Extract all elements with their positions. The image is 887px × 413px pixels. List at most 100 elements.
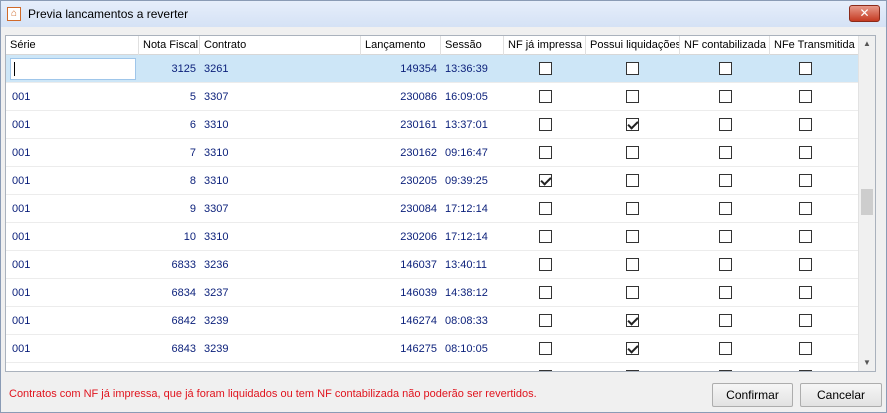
cancel-button[interactable]: Cancelar — [800, 383, 882, 407]
nfe-transmitida-checkbox[interactable] — [799, 258, 812, 271]
nfe-transmitida-checkbox[interactable] — [799, 314, 812, 327]
nf-impressa-checkbox[interactable] — [539, 202, 552, 215]
nf-contabilizada-checkbox[interactable] — [719, 230, 732, 243]
cell-lancamento: 146037 — [400, 259, 437, 271]
liquidacoes-checkbox[interactable] — [626, 118, 639, 131]
column-header-contrato[interactable]: Contrato — [200, 36, 361, 55]
liquidacoes-checkbox[interactable] — [626, 314, 639, 327]
cell-contrato: 3310 — [204, 147, 229, 159]
cell-contrato: 3310 — [204, 119, 229, 131]
nf-impressa-checkbox[interactable] — [539, 370, 552, 371]
nf-impressa-checkbox[interactable] — [539, 258, 552, 271]
nf-contabilizada-checkbox[interactable] — [719, 202, 732, 215]
column-header-nf-contabilizada[interactable]: NF contabilizada — [680, 36, 770, 55]
table-row[interactable]: 001 7 3310 230162 09:16:47 — [6, 139, 859, 167]
cell-serie: 001 — [12, 287, 31, 299]
nfe-transmitida-checkbox[interactable] — [799, 62, 812, 75]
nfe-transmitida-checkbox[interactable] — [799, 202, 812, 215]
cell-serie: 001 — [12, 259, 31, 271]
nfe-transmitida-checkbox[interactable] — [799, 146, 812, 159]
nf-contabilizada-checkbox[interactable] — [719, 370, 732, 371]
cell-lancamento: 146276 — [361, 363, 441, 371]
cell-lancamento: 230161 — [400, 119, 437, 131]
nfe-transmitida-checkbox[interactable] — [799, 90, 812, 103]
close-button[interactable]: ✕ — [849, 5, 880, 22]
nf-contabilizada-checkbox[interactable] — [719, 62, 732, 75]
scroll-up-arrow-icon[interactable]: ▲ — [859, 36, 875, 52]
cell-sessao: 09:16:47 — [445, 147, 488, 159]
table-row[interactable]: 001 8 3310 230205 09:39:25 — [6, 167, 859, 195]
nf-contabilizada-checkbox[interactable] — [719, 258, 732, 271]
cell-serie: 001 — [12, 119, 31, 131]
nfe-transmitida-checkbox[interactable] — [799, 230, 812, 243]
table-row[interactable]: 001 9 3307 230084 17:12:14 — [6, 195, 859, 223]
cell-nota-fiscal: 6833 — [171, 259, 196, 271]
cell-nota-fiscal: 6842 — [171, 315, 196, 327]
nf-contabilizada-checkbox[interactable] — [719, 174, 732, 187]
cell-lancamento: 230084 — [400, 203, 437, 215]
cell-nota-fiscal: 10 — [183, 231, 196, 243]
liquidacoes-checkbox[interactable] — [626, 202, 639, 215]
nf-impressa-checkbox[interactable] — [539, 286, 552, 299]
table-row[interactable]: 001 6833 3236 146037 13:40:11 — [6, 251, 859, 279]
nf-impressa-checkbox[interactable] — [539, 90, 552, 103]
nfe-transmitida-checkbox[interactable] — [799, 342, 812, 355]
table-row[interactable]: 001 6842 3239 146274 08:08:33 — [6, 307, 859, 335]
column-header-lancamento[interactable]: Lançamento — [361, 36, 441, 55]
cell-nota-fiscal: 6843 — [171, 343, 196, 355]
liquidacoes-checkbox[interactable] — [626, 90, 639, 103]
nf-impressa-checkbox[interactable] — [539, 146, 552, 159]
liquidacoes-checkbox[interactable] — [626, 146, 639, 159]
liquidacoes-checkbox[interactable] — [626, 286, 639, 299]
cell-contrato: 3239 — [200, 363, 361, 371]
vertical-scrollbar[interactable]: ▲ ▼ — [858, 36, 875, 371]
nfe-transmitida-checkbox[interactable] — [799, 370, 812, 371]
column-header-sessao[interactable]: Sessão — [441, 36, 504, 55]
nfe-transmitida-checkbox[interactable] — [799, 118, 812, 131]
nf-contabilizada-checkbox[interactable] — [719, 314, 732, 327]
text-caret — [14, 62, 15, 76]
nf-contabilizada-checkbox[interactable] — [719, 90, 732, 103]
cell-lancamento: 146275 — [400, 343, 437, 355]
table-row[interactable]: 0016844323914627608:11:44 — [6, 363, 859, 371]
scroll-down-arrow-icon[interactable]: ▼ — [859, 355, 875, 371]
cell-sessao: 14:38:12 — [445, 287, 488, 299]
liquidacoes-checkbox[interactable] — [626, 370, 639, 371]
cell-serie: 001 — [12, 315, 31, 327]
nf-impressa-checkbox[interactable] — [539, 62, 552, 75]
nfe-transmitida-checkbox[interactable] — [799, 174, 812, 187]
cell-sessao: 16:09:05 — [445, 91, 488, 103]
column-header-liquidacoes[interactable]: Possui liquidações — [586, 36, 680, 55]
nf-impressa-checkbox[interactable] — [539, 174, 552, 187]
cell-nota-fiscal: 6834 — [171, 287, 196, 299]
liquidacoes-checkbox[interactable] — [626, 342, 639, 355]
serie-edit-input[interactable] — [10, 58, 136, 80]
column-header-nfe-transmitida[interactable]: NFe Transmitida — [770, 36, 859, 55]
scroll-thumb[interactable] — [861, 189, 873, 215]
liquidacoes-checkbox[interactable] — [626, 230, 639, 243]
column-header-serie[interactable]: Série — [6, 36, 139, 55]
nfe-transmitida-checkbox[interactable] — [799, 286, 812, 299]
cell-sessao: 08:08:33 — [445, 315, 488, 327]
liquidacoes-checkbox[interactable] — [626, 258, 639, 271]
nf-impressa-checkbox[interactable] — [539, 342, 552, 355]
nf-impressa-checkbox[interactable] — [539, 118, 552, 131]
table-row[interactable]: 001 6 3310 230161 13:37:01 — [6, 111, 859, 139]
table-row[interactable]: 001 5 3307 230086 16:09:05 — [6, 83, 859, 111]
nf-contabilizada-checkbox[interactable] — [719, 118, 732, 131]
table-row[interactable]: 001 10 3310 230206 17:12:14 — [6, 223, 859, 251]
nf-contabilizada-checkbox[interactable] — [719, 342, 732, 355]
liquidacoes-checkbox[interactable] — [626, 174, 639, 187]
liquidacoes-checkbox[interactable] — [626, 62, 639, 75]
nf-contabilizada-checkbox[interactable] — [719, 286, 732, 299]
table-row[interactable]: 001 6843 3239 146275 08:10:05 — [6, 335, 859, 363]
nf-impressa-checkbox[interactable] — [539, 314, 552, 327]
nf-contabilizada-checkbox[interactable] — [719, 146, 732, 159]
confirm-button[interactable]: Confirmar — [712, 383, 793, 407]
cell-lancamento: 230162 — [400, 147, 437, 159]
table-row[interactable]: 001 6834 3237 146039 14:38:12 — [6, 279, 859, 307]
column-header-nota-fiscal[interactable]: Nota Fiscal — [139, 36, 200, 55]
column-header-nf-impressa[interactable]: NF já impressa — [504, 36, 586, 55]
table-row[interactable]: 3125 3261 149354 13:36:39 — [6, 55, 859, 83]
nf-impressa-checkbox[interactable] — [539, 230, 552, 243]
